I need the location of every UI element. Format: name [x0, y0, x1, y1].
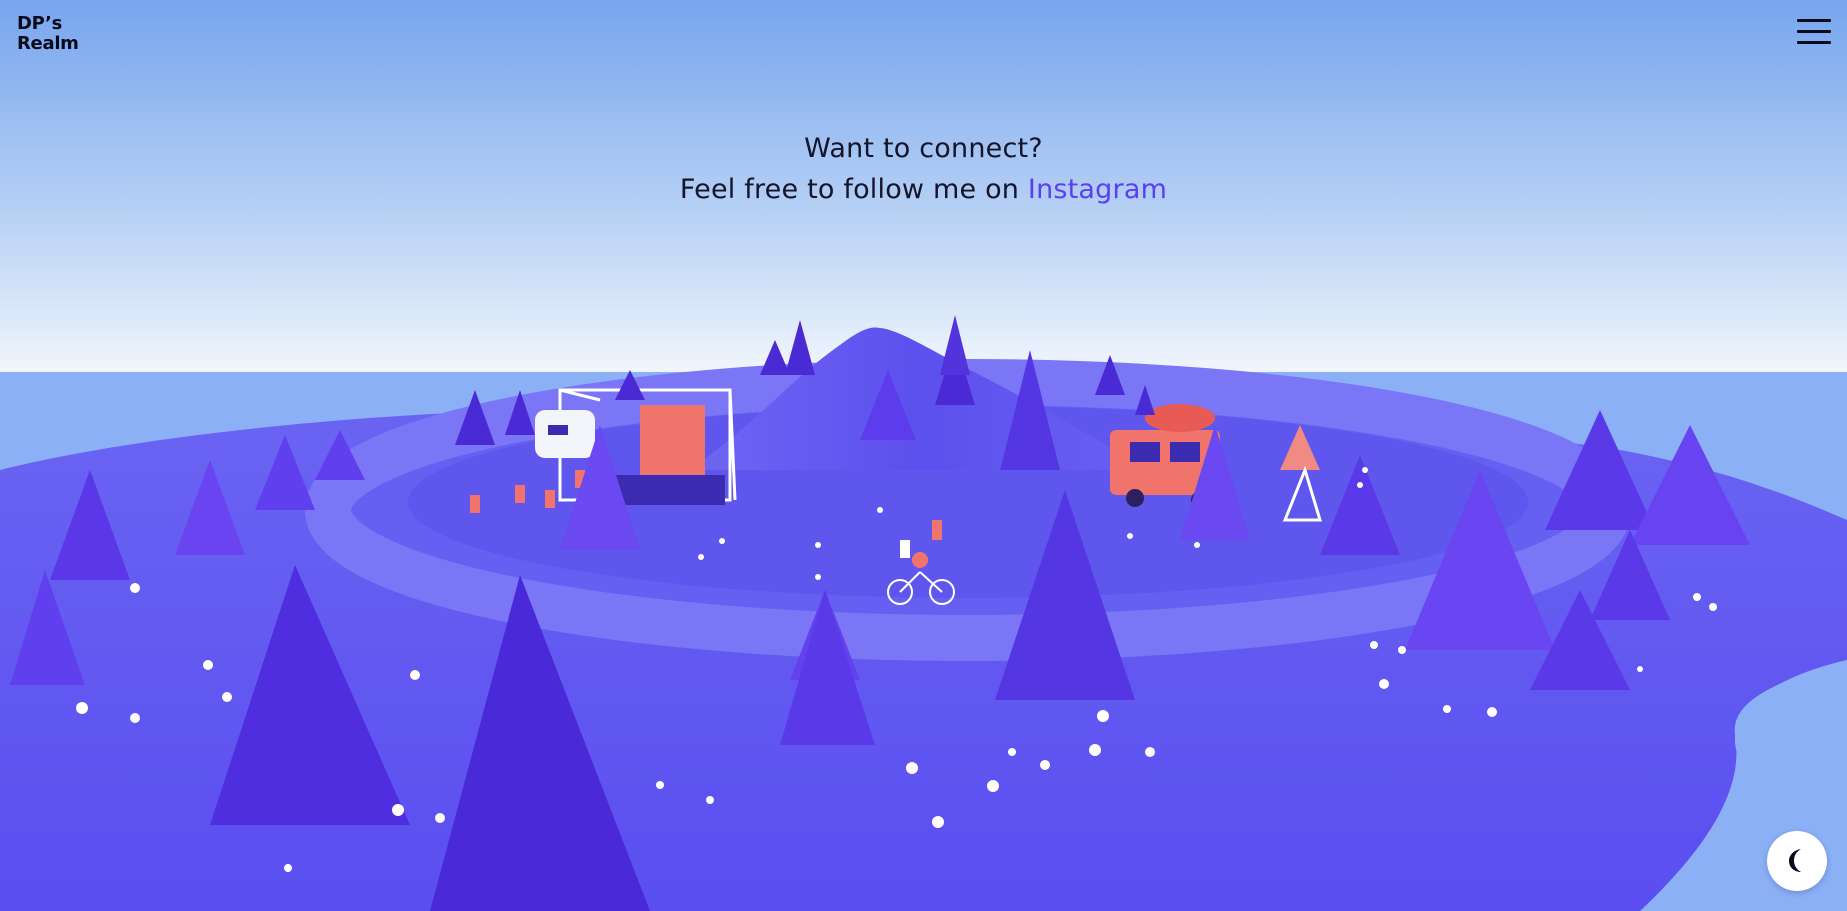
logo-line-1: DP’s [17, 13, 62, 34]
moon-icon [1789, 849, 1801, 872]
menu-bar-middle [1797, 30, 1831, 33]
site-logo[interactable]: DP’s Realm [17, 14, 79, 54]
follow-line: Feel free to follow me on Instagram [0, 169, 1847, 210]
hamburger-menu-icon[interactable] [1795, 16, 1833, 46]
theme-toggle-button[interactable] [1767, 831, 1827, 891]
scene-3d-world[interactable]: DP’s Realm Want to connect? Feel free to… [0, 0, 1847, 911]
stage-screen [640, 405, 705, 475]
connect-message: Want to connect? Feel free to follow me … [0, 128, 1847, 210]
connect-heading: Want to connect? [804, 133, 1043, 164]
instagram-link[interactable]: Instagram [1028, 174, 1167, 205]
follow-text: Feel free to follow me on [679, 174, 1028, 205]
menu-bar-top [1797, 19, 1831, 22]
logo-line-2: Realm [17, 33, 79, 54]
menu-bar-bottom [1797, 41, 1831, 44]
